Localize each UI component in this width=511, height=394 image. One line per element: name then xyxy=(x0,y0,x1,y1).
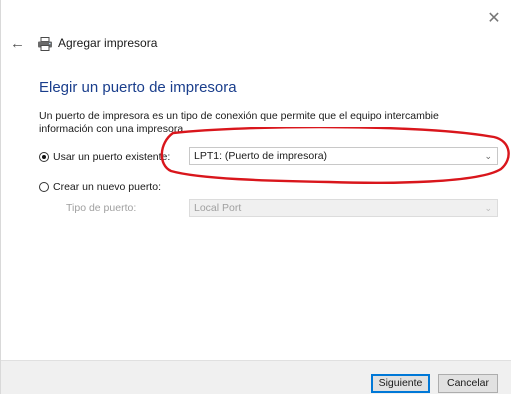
page-description: Un puerto de impresora es un tipo de con… xyxy=(39,110,439,135)
existing-port-select[interactable]: LPT1: (Puerto de impresora) ⌄ xyxy=(189,147,498,165)
printer-icon xyxy=(38,37,52,51)
port-type-label: Tipo de puerto: xyxy=(66,202,137,214)
existing-port-radio[interactable] xyxy=(39,152,49,162)
new-port-radio-option[interactable]: Crear un nuevo puerto: xyxy=(39,181,161,193)
existing-port-value: LPT1: (Puerto de impresora) xyxy=(194,150,328,162)
page-heading: Elegir un puerto de impresora xyxy=(39,79,237,96)
add-printer-dialog: ✕ ← Agregar impresora Elegir un puerto d… xyxy=(0,0,511,394)
dialog-footer xyxy=(1,360,511,394)
close-icon[interactable]: ✕ xyxy=(485,10,503,28)
new-port-label: Crear un nuevo puerto: xyxy=(53,181,161,193)
window-title: Agregar impresora xyxy=(58,36,158,50)
cancel-button[interactable]: Cancelar xyxy=(438,374,498,393)
back-arrow-icon[interactable]: ← xyxy=(10,35,28,53)
existing-port-label: Usar un puerto existente: xyxy=(53,151,171,163)
existing-port-radio-option[interactable]: Usar un puerto existente: xyxy=(39,151,170,163)
next-button[interactable]: Siguiente xyxy=(371,374,430,393)
chevron-down-icon: ⌄ xyxy=(484,151,492,161)
port-type-select: Local Port ⌄ xyxy=(189,199,498,217)
port-type-value: Local Port xyxy=(194,202,242,214)
new-port-radio[interactable] xyxy=(39,182,49,192)
chevron-down-icon: ⌄ xyxy=(484,203,492,213)
